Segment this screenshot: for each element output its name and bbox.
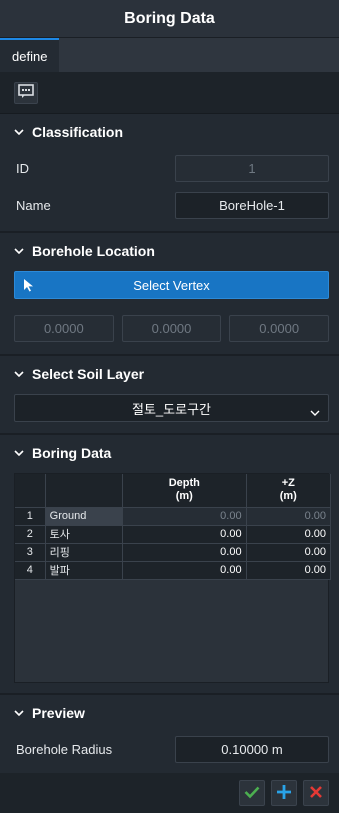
soil-layer-select[interactable]: 절토_도로구간: [14, 394, 329, 422]
preview-title: Preview: [32, 705, 85, 721]
table-row: 3 리핑 0.00 0.00: [15, 543, 332, 562]
row-index: 4: [15, 561, 46, 580]
confirm-check-icon: [244, 785, 260, 802]
corner-header: [15, 474, 46, 508]
add-button[interactable]: [271, 780, 297, 806]
chevron-down-icon: [12, 446, 26, 460]
depth-cell[interactable]: 0.00: [122, 525, 247, 544]
classification-header[interactable]: Classification: [0, 114, 339, 150]
soil-layer-title: Select Soil Layer: [32, 366, 145, 382]
table-row: 4 발파 0.00 0.00: [15, 561, 332, 580]
id-field: 1: [175, 155, 329, 182]
id-label: ID: [16, 161, 29, 176]
id-row: ID 1: [0, 150, 339, 187]
z-cell: 0.00: [246, 507, 332, 526]
chevron-down-icon: [12, 706, 26, 720]
boring-data-header[interactable]: Boring Data: [0, 435, 339, 471]
tab-define[interactable]: define: [0, 38, 60, 72]
z-column-label: +Z: [281, 477, 295, 490]
chevron-down-icon: [310, 404, 320, 419]
pointer-cursor-icon: [23, 278, 35, 295]
table-row: 2 토사 0.00 0.00: [15, 525, 332, 544]
tab-bar: define: [0, 38, 339, 72]
z-column-header[interactable]: +Z (m): [246, 474, 332, 508]
z-cell[interactable]: 0.00: [246, 525, 332, 544]
name-label: Name: [16, 198, 51, 213]
name-row: Name BoreHole-1: [0, 187, 339, 224]
depth-column-label: Depth: [168, 477, 200, 490]
layer-name-cell[interactable]: 토사: [45, 525, 124, 544]
boring-data-title: Boring Data: [32, 445, 112, 461]
select-vertex-label: Select Vertex: [133, 277, 210, 293]
coord-x-field: 0.0000: [14, 315, 114, 342]
soil-layer-section: Select Soil Layer 절토_도로구간: [0, 356, 339, 435]
depth-cell[interactable]: 0.00: [122, 561, 247, 580]
chevron-down-icon: [12, 367, 26, 381]
add-plus-icon: [276, 784, 292, 803]
window-title: Boring Data: [0, 0, 339, 38]
depth-cell: 0.00: [122, 507, 247, 526]
depth-column-header[interactable]: Depth (m): [122, 474, 247, 508]
select-vertex-button[interactable]: Select Vertex: [14, 271, 329, 299]
row-index: 2: [15, 525, 46, 544]
depth-cell[interactable]: 0.00: [122, 543, 247, 562]
row-index: 3: [15, 543, 46, 562]
boring-data-table: Depth (m) +Z (m) 1 Ground 0.00 0.00 2 토사…: [15, 474, 332, 580]
preview-header[interactable]: Preview: [0, 695, 339, 731]
comment-box-button[interactable]: [14, 81, 38, 104]
soil-layer-header[interactable]: Select Soil Layer: [0, 356, 339, 392]
soil-layer-selected: 절토_도로구간: [132, 401, 211, 417]
cancel-button[interactable]: [303, 780, 329, 806]
toolstrip: [0, 72, 339, 114]
radius-label: Borehole Radius: [16, 742, 113, 757]
coord-y-field: 0.0000: [121, 315, 222, 342]
classification-title: Classification: [32, 124, 124, 140]
layer-name-cell[interactable]: 발파: [45, 561, 124, 580]
radius-row: Borehole Radius 0.10000 m: [0, 731, 339, 768]
z-cell[interactable]: 0.00: [246, 543, 332, 562]
name-field[interactable]: BoreHole-1: [175, 192, 329, 219]
borehole-location-header[interactable]: Borehole Location: [0, 233, 339, 269]
z-cell[interactable]: 0.00: [246, 561, 332, 580]
classification-section: Classification ID 1 Name BoreHole-1: [0, 114, 339, 233]
layer-name-cell[interactable]: Ground: [45, 507, 124, 526]
cancel-x-icon: [309, 785, 323, 802]
borehole-location-title: Borehole Location: [32, 243, 155, 259]
table-row: 1 Ground 0.00 0.00: [15, 507, 332, 526]
comment-box-icon: [18, 84, 34, 101]
chevron-down-icon: [12, 244, 26, 258]
row-index: 1: [15, 507, 46, 526]
preview-section: Preview Borehole Radius 0.10000 m: [0, 695, 339, 775]
radius-field[interactable]: 0.10000 m: [175, 736, 329, 763]
boring-data-section: Boring Data Depth (m) +Z (m) 1 Ground 0.…: [0, 435, 339, 695]
name-column-header: [45, 474, 124, 508]
borehole-location-section: Borehole Location Select Vertex 0.0000 0…: [0, 233, 339, 356]
depth-column-unit: (m): [175, 490, 193, 503]
coordinate-fields: 0.0000 0.0000 0.0000: [14, 315, 330, 342]
coord-z-field: 0.0000: [229, 315, 330, 342]
confirm-button[interactable]: [239, 780, 265, 806]
chevron-down-icon: [12, 125, 26, 139]
z-column-unit: (m): [279, 490, 297, 503]
layer-name-cell[interactable]: 리핑: [45, 543, 124, 562]
footer-bar: [0, 773, 339, 813]
boring-data-grid: Depth (m) +Z (m) 1 Ground 0.00 0.00 2 토사…: [14, 473, 332, 683]
